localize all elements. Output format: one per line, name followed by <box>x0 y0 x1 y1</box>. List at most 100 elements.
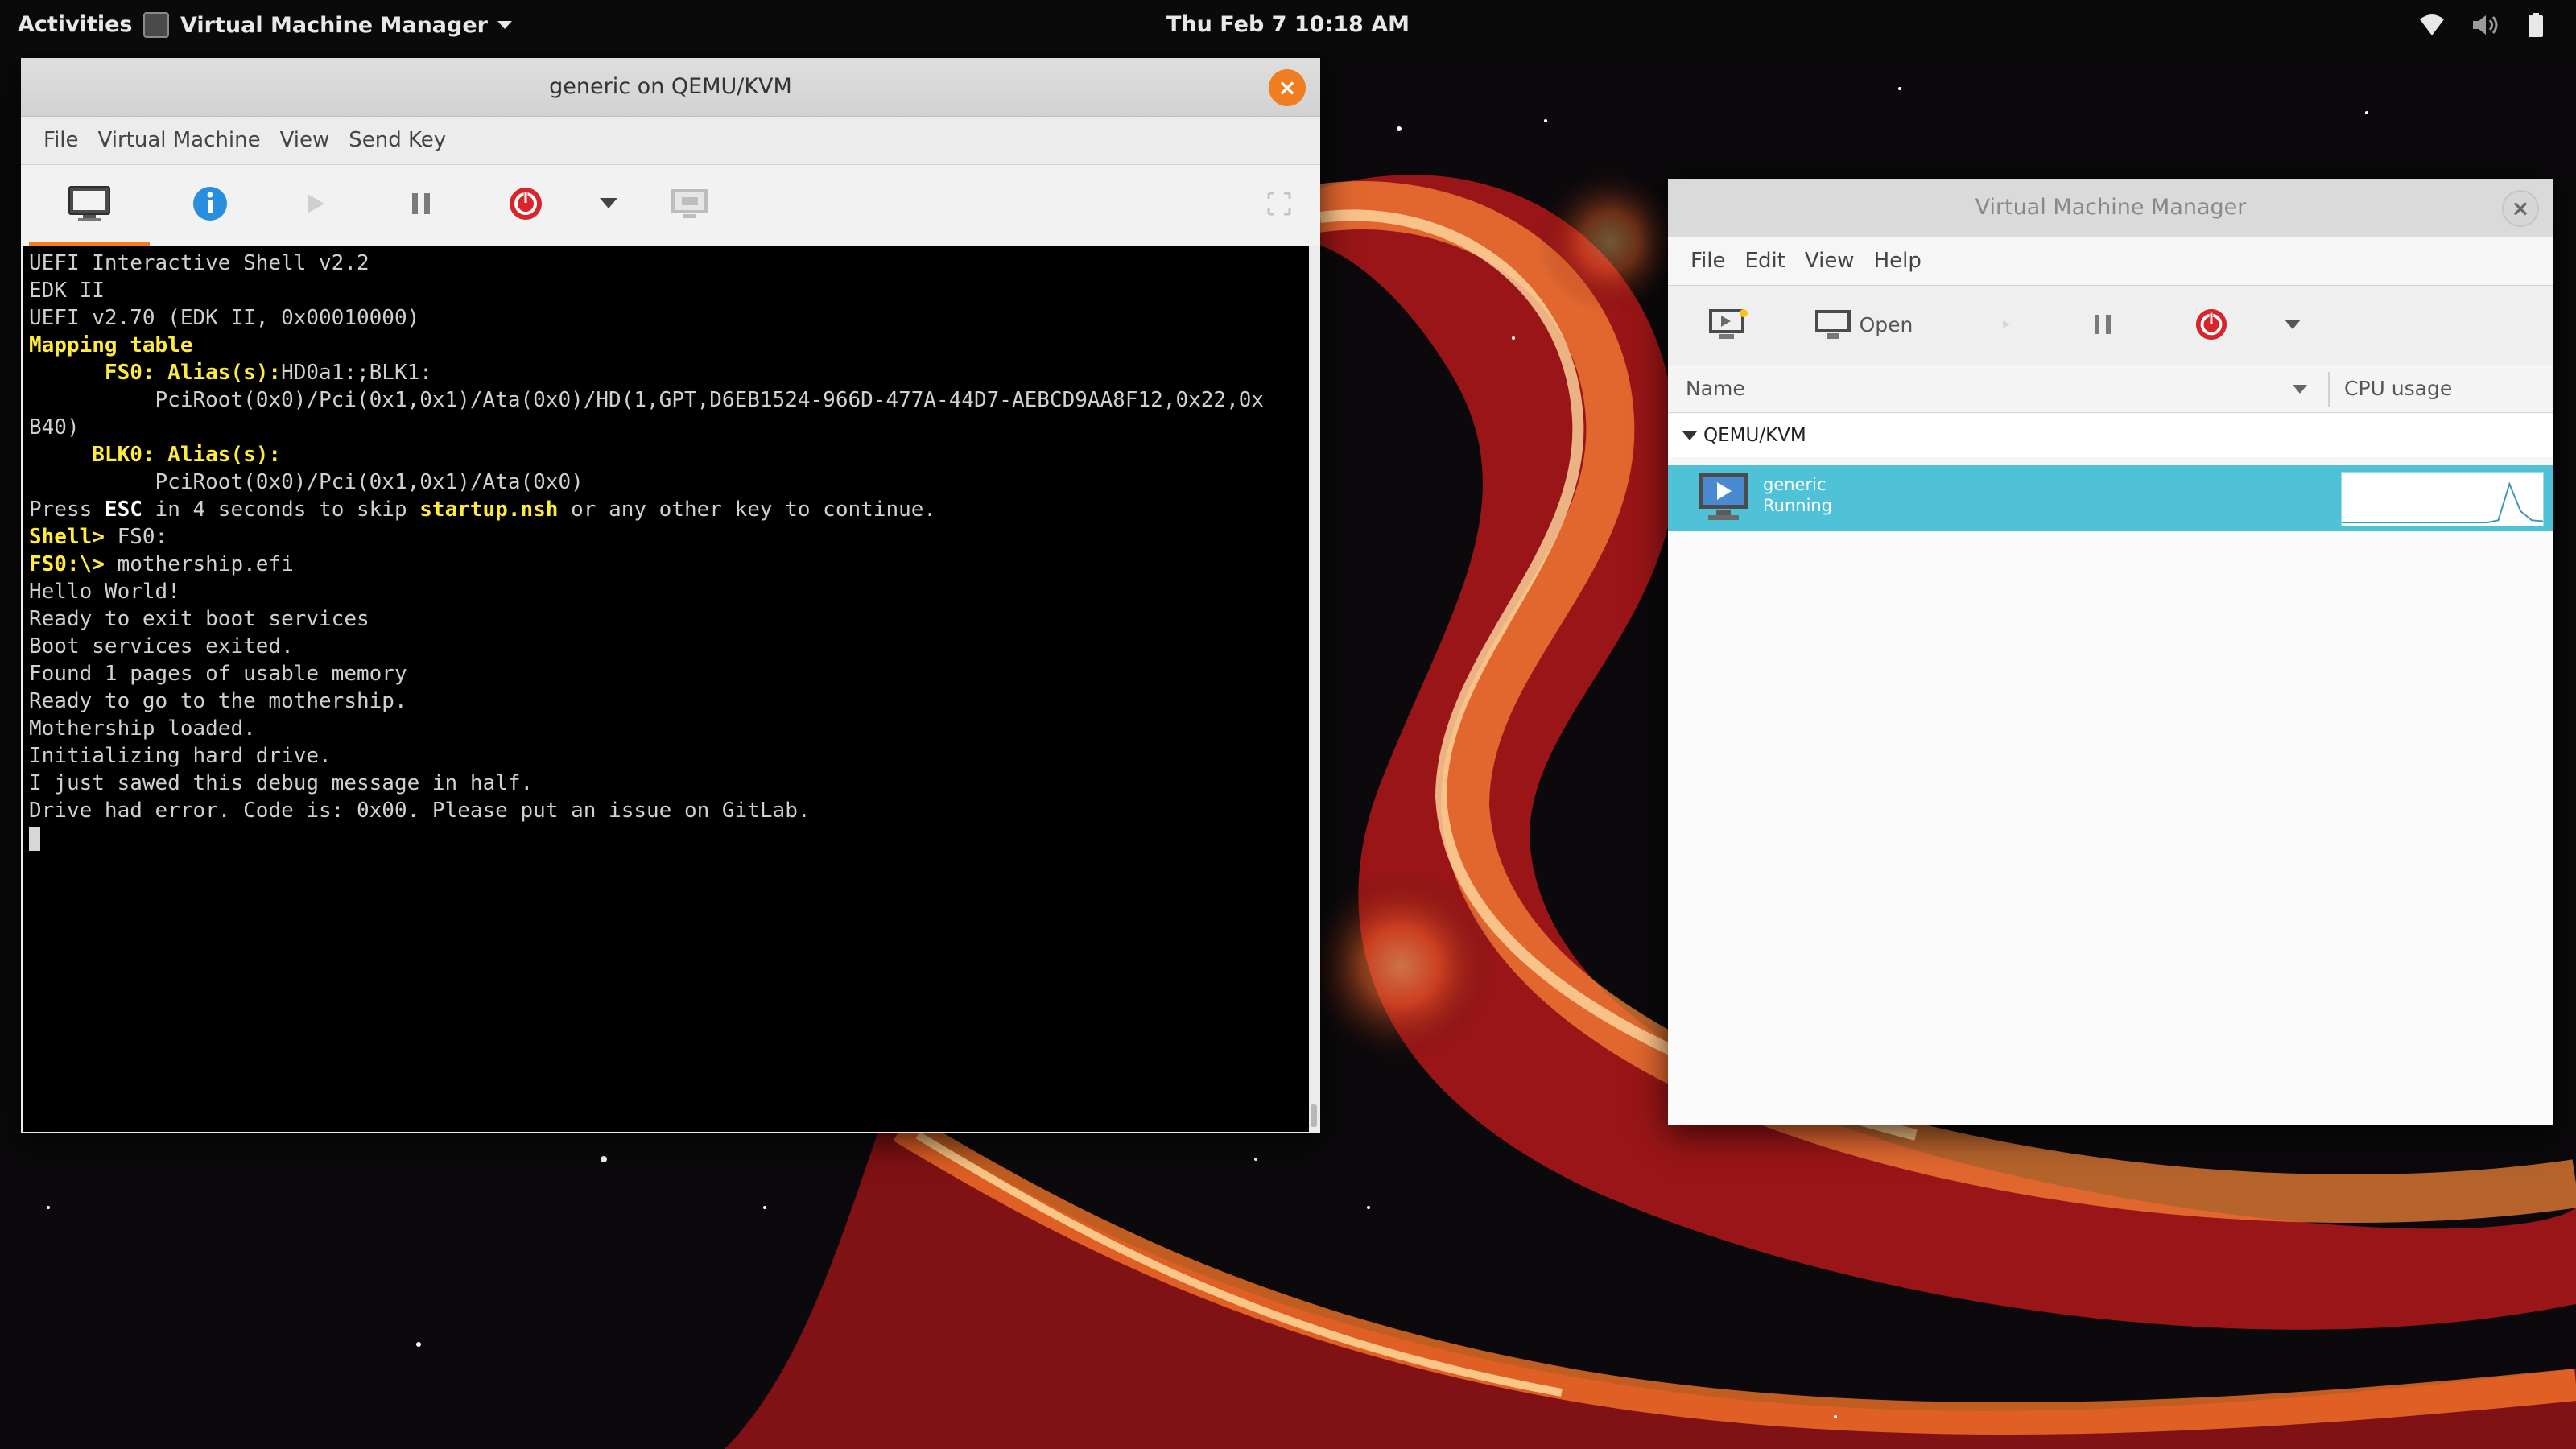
pause-icon <box>412 193 430 214</box>
console-toolbar <box>21 164 1320 246</box>
cpu-usage-column-header[interactable]: CPU usage <box>2344 365 2452 412</box>
vm-running-icon <box>1699 473 1748 520</box>
console-line: Shell> FS0: <box>29 523 1309 551</box>
console-line: FS0: Alias(s):HD0a1:;BLK1: <box>29 359 1309 386</box>
pause-icon <box>2095 315 2111 334</box>
screenshot-button[interactable] <box>654 165 726 242</box>
vmm-titlebar[interactable]: Virtual Machine Manager × <box>1668 179 2553 237</box>
console-text: ESC <box>104 497 142 522</box>
console-line: BLK0: Alias(s): <box>29 441 1309 469</box>
vmm-menubar: File Edit View Help <box>1668 237 2553 285</box>
console-line: Ready to go to the mothership. <box>29 687 1309 715</box>
console-menu-virtual-machine[interactable]: Virtual Machine <box>89 116 270 164</box>
connection-label: QEMU/KVM <box>1703 425 1806 446</box>
pause-button[interactable] <box>2070 286 2135 363</box>
console-text: Drive had error. Code is: 0x00. Please p… <box>29 799 811 823</box>
shutdown-menu-button[interactable] <box>2260 286 2325 363</box>
console-text: I just sawed this debug message in half. <box>29 771 534 795</box>
shutdown-button[interactable] <box>2175 286 2248 363</box>
show-details-button[interactable] <box>174 165 246 242</box>
console-line: Found 1 pages of usable memory <box>29 660 1309 687</box>
console-line: Mapping table <box>29 332 1309 359</box>
console-text: BLK0: Alias(s): <box>29 443 282 467</box>
app-menu-label: Virtual Machine Manager <box>180 12 488 38</box>
fullscreen-button[interactable] <box>1243 165 1315 242</box>
monitor-icon <box>68 186 110 221</box>
console-line: UEFI v2.70 (EDK II, 0x00010000) <box>29 304 1309 332</box>
top-bar: Activities Virtual Machine Manager Thu F… <box>0 0 2576 50</box>
pause-button[interactable] <box>385 165 457 242</box>
chevron-down-icon <box>497 21 512 29</box>
text-cursor <box>29 826 40 851</box>
expander-down-icon[interactable] <box>1682 431 1697 441</box>
console-line: Ready to exit boot services <box>29 605 1309 633</box>
console-line: FS0:\> mothership.efi <box>29 551 1309 578</box>
dropdown-icon <box>600 198 617 208</box>
console-text: B40) <box>29 415 80 440</box>
vmm-menu-help[interactable]: Help <box>1864 237 1931 285</box>
battery-icon <box>2529 13 2543 37</box>
console-text: FS0:\> <box>29 552 118 576</box>
console-text: Initializing hard drive. <box>29 744 332 768</box>
console-text: Found 1 pages of usable memory <box>29 662 407 686</box>
console-text: mothership.efi <box>117 552 294 576</box>
guest-console[interactable]: UEFI Interactive Shell v2.2 EDK II UEFI v2… <box>23 246 1309 1132</box>
new-vm-button[interactable] <box>1692 286 1765 363</box>
console-scrollbar[interactable] <box>1311 1104 1317 1127</box>
connection-row[interactable]: QEMU/KVM <box>1668 414 2553 457</box>
column-divider[interactable] <box>2328 372 2330 407</box>
power-icon <box>510 188 542 220</box>
clock[interactable]: Thu Feb 7 10:18 AM <box>1166 12 1410 37</box>
play-icon <box>2003 320 2010 328</box>
console-text: FS0: <box>117 525 168 549</box>
console-menu-file[interactable]: File <box>34 116 89 164</box>
system-tray[interactable] <box>2420 0 2544 50</box>
fullscreen-icon <box>1267 192 1291 216</box>
console-menu-send-key[interactable]: Send Key <box>339 116 456 164</box>
activities-button[interactable]: Activities <box>18 0 132 50</box>
shutdown-button[interactable] <box>489 165 562 242</box>
open-button[interactable]: Open <box>1803 286 1924 363</box>
app-menu[interactable]: Virtual Machine Manager <box>143 0 512 50</box>
console-text: Boot services exited. <box>29 634 294 658</box>
show-console-button[interactable] <box>29 165 150 246</box>
chevron-down-icon[interactable] <box>2293 385 2307 394</box>
run-button[interactable] <box>1974 286 2038 363</box>
run-button[interactable] <box>279 165 351 242</box>
console-text: Mothership loaded. <box>29 716 256 741</box>
shutdown-menu-button[interactable] <box>576 165 641 242</box>
console-text: PciRoot(0x0)/Pci(0x1,0x1)/Ata(0x0) <box>29 470 584 494</box>
vm-list-body[interactable] <box>1668 533 2553 1125</box>
console-menu-view[interactable]: View <box>270 116 340 164</box>
monitor-icon <box>1814 310 1851 339</box>
vmm-close-button[interactable]: × <box>2502 190 2539 227</box>
power-icon <box>2195 308 2227 341</box>
console-text: Press <box>29 497 105 522</box>
wifi-icon <box>2420 14 2444 35</box>
console-text: HD0a1:;BLK1: <box>281 361 432 385</box>
vm-row[interactable]: generic Running <box>1668 465 2553 531</box>
console-text: PciRoot(0x0)/Pci(0x1,0x1)/Ata(0x0)/HD(1,… <box>29 388 1265 412</box>
volume-icon <box>2473 15 2498 35</box>
vmm-menu-view[interactable]: View <box>1795 237 1864 285</box>
screenshot-icon <box>671 189 708 218</box>
console-text: EDK II <box>29 279 105 303</box>
console-line: Boot services exited. <box>29 633 1309 660</box>
console-titlebar[interactable]: generic on QEMU/KVM × <box>21 58 1320 117</box>
cpu-usage-graph <box>2341 472 2544 526</box>
console-close-button[interactable]: × <box>1269 69 1306 106</box>
console-text: UEFI v2.70 (EDK II, 0x00010000) <box>29 306 420 330</box>
console-text: Shell> <box>29 525 118 549</box>
console-line: Initializing hard drive. <box>29 742 1309 770</box>
console-window-title: generic on QEMU/KVM <box>549 74 792 99</box>
console-text: Ready to go to the mothership. <box>29 689 407 713</box>
console-line: Drive had error. Code is: 0x00. Please p… <box>29 797 1309 824</box>
console-text: startup.nsh <box>419 497 559 522</box>
vmm-toolbar: Open <box>1668 285 2553 367</box>
play-icon <box>308 194 324 213</box>
vmm-menu-file[interactable]: File <box>1681 237 1736 285</box>
name-column-header[interactable]: Name <box>1686 365 1745 412</box>
open-button-label: Open <box>1859 312 1913 336</box>
console-line: B40) <box>29 414 1309 441</box>
vmm-menu-edit[interactable]: Edit <box>1736 237 1795 285</box>
